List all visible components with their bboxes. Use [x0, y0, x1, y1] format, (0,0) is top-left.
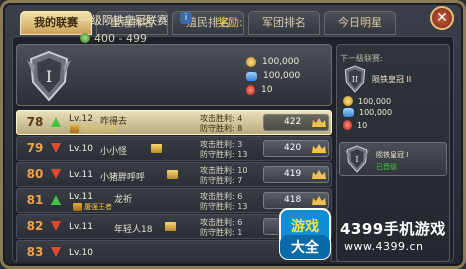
watermark-url: www.4399.cn [344, 240, 424, 253]
reward-label: 奖励: [217, 16, 243, 29]
next-reward-gold: 100,000 [343, 96, 391, 106]
rank-number: 83 [26, 245, 44, 259]
rank-down-icon [51, 143, 61, 153]
player-level: Lv.10 [69, 248, 93, 258]
score-value: 419 [284, 169, 302, 179]
reward-stone: 100,000 [246, 71, 300, 81]
book-icon [165, 222, 176, 231]
next-reward-gem-value: 10 [357, 120, 368, 130]
rank-up-icon [51, 195, 61, 205]
svg-text:游戏: 游戏 [291, 218, 319, 235]
ranking-row[interactable]: 79 Lv.10 小小怪 攻击胜利: 3 防守胜利: 13 420 [16, 136, 332, 161]
defend-wins: 防守胜利: 7 [200, 176, 243, 185]
tab-today-star[interactable]: 今日明星 [324, 11, 396, 35]
next-league-shield-icon: II [344, 65, 366, 93]
rank-down-icon [51, 247, 61, 257]
crown-icon [312, 118, 326, 127]
next-reward-stone: 100,000 [343, 108, 392, 117]
ranking-row[interactable]: 80 Lv.11 小猪胖呼呼 攻击胜利: 10 防守胜利: 7 419 [16, 162, 332, 187]
score-box: 422 [263, 114, 329, 131]
league-shield-icon: I [27, 50, 71, 102]
player-name: 小猪胖呼呼 [100, 173, 146, 183]
tab-legion-ranking[interactable]: 军团排名 [248, 11, 320, 35]
crown-icon [312, 170, 326, 179]
svg-text:I: I [355, 155, 358, 165]
stone-icon [246, 71, 257, 81]
guild-name: 荡羽102团 [81, 125, 116, 133]
defend-wins: 防守胜利: 1 [200, 228, 243, 237]
book-icon [167, 170, 178, 179]
defend-wins: 防守胜利: 13 [200, 202, 248, 211]
player-name: 龙祈 [114, 195, 133, 205]
crown-icon [312, 144, 326, 153]
svg-text:II: II [352, 75, 358, 84]
player-level: Lv.12 [69, 114, 93, 124]
stone-icon [343, 108, 354, 117]
svg-text:大全: 大全 [291, 239, 320, 256]
coin-icon [246, 57, 256, 67]
rank-number: 79 [26, 141, 44, 155]
svg-text:I: I [46, 67, 52, 86]
player-level: Lv.11 [69, 192, 93, 202]
score-value: 420 [284, 143, 302, 153]
score-box: 420 [263, 140, 329, 157]
watermark-logo-icon: 游戏 大全 [279, 208, 331, 260]
guild-name: 屠强王者 [84, 203, 112, 211]
defend-wins: 防守胜利: 8 [200, 124, 243, 133]
rank-down-icon [51, 169, 61, 179]
book-icon [151, 144, 162, 153]
gem-icon [246, 85, 255, 95]
next-league-name: 陨铁皇冠 II [372, 75, 412, 84]
rank-up-icon [51, 117, 61, 127]
guild-flag-icon [70, 125, 79, 133]
rank-number: 82 [26, 219, 44, 233]
tab-bar: 我的联赛 皇冠排名 殖民排名 军团排名 今日明星 [20, 11, 396, 35]
next-league-label: 下一级联赛: [340, 54, 383, 63]
league-point-range: 400 - 499 [94, 32, 147, 45]
trophy-points-icon [80, 33, 90, 43]
close-button[interactable]: ✕ [430, 6, 454, 30]
reward-gold: 100,000 [246, 57, 299, 67]
defend-wins: 防守胜利: 13 [200, 150, 248, 159]
crown-icon [312, 196, 326, 205]
watermark-text: 4399手机游戏 [340, 220, 446, 238]
promotion-status: 已晋级 [376, 163, 397, 171]
reward-gem-value: 10 [261, 85, 273, 95]
player-name: 年轻人18 [114, 225, 153, 235]
reward-gem: 10 [246, 85, 272, 95]
next-reward-stone-value: 100,000 [359, 108, 393, 117]
player-level: Lv.11 [69, 222, 93, 232]
league-title: 一级陨铁皇冠联赛 [80, 14, 168, 27]
score-value: 418 [284, 195, 302, 205]
coin-icon [343, 96, 353, 106]
info-icon[interactable]: i [180, 12, 192, 24]
rank-number: 81 [26, 193, 44, 207]
player-level: Lv.11 [69, 170, 93, 180]
next-reward-gem: 10 [343, 120, 367, 130]
reward-stone-value: 100,000 [263, 71, 301, 81]
player-level: Lv.10 [69, 144, 93, 154]
rank-number: 80 [26, 167, 44, 181]
current-league-shield-icon: I [345, 145, 369, 173]
guild-flag-icon [73, 203, 82, 211]
ranking-row[interactable]: 78 Lv.12 咋得去 荡羽102团 攻击胜利: 4 防守胜利: 8 422 [16, 110, 332, 135]
reward-gold-value: 100,000 [262, 57, 300, 67]
score-value: 422 [284, 117, 302, 127]
rank-number: 78 [26, 115, 44, 129]
player-name: 小小怪 [100, 147, 128, 157]
current-league-name: 陨铁皇冠 I [376, 151, 409, 159]
next-reward-gold-value: 100,000 [358, 96, 392, 106]
rank-down-icon [51, 221, 61, 231]
gem-icon [343, 120, 352, 130]
score-box: 419 [263, 166, 329, 183]
